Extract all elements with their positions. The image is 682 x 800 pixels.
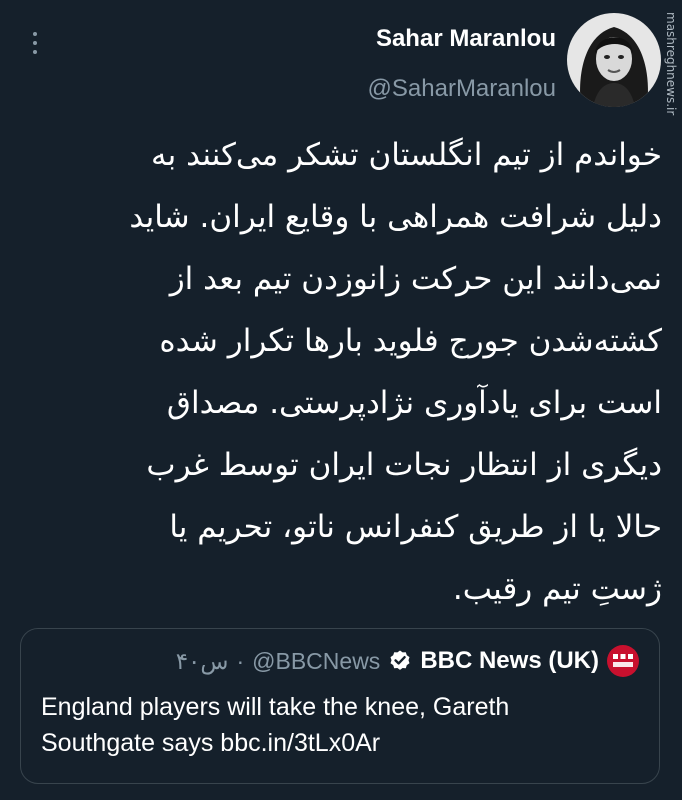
tweet-author[interactable]: Sahar Maranlou @SaharMaranlou [368,22,556,106]
quoted-author-avatar[interactable] [607,645,639,677]
tweet-text: خواندم از تیم انگلستان تشکر می‌کنند به د… [34,124,662,620]
quoted-tweet-text-line: England players will take the knee, Gare… [41,693,510,721]
bbc-news-logo-icon [613,654,633,667]
tweet-text-line: کشته‌شدن جورج فلوید بارها تکرار شده [159,323,662,359]
tweet-text-line: دیگری از انتظار نجات ایران توسط غرب [146,447,662,483]
quoted-author-handle[interactable]: @BBCNews [252,648,380,675]
tweet-text-line: خواندم از تیم انگلستان تشکر می‌کنند به [151,137,662,173]
tweet-text-line: ژستِ تیم رقیب. [452,571,662,607]
tweet-text-line: نمی‌دانند این حرکت زانوزدن تیم بعد از [169,261,662,297]
avatar-photo [567,13,661,107]
more-dot [33,50,37,54]
quoted-tweet-text-line: Southgate says bbc.in/3tLx0Ar [41,729,381,757]
tweet-text-line: است برای یادآوری نژادپرستی. مصداق [166,385,662,421]
more-options-button[interactable] [22,28,48,58]
more-vertical-icon [33,32,37,36]
quoted-tweet-card[interactable]: ۴۰س · @BBCNews BBC News (UK) England pla… [20,628,660,784]
verified-badge-icon [390,650,410,670]
quoted-tweet-separator: · [236,647,245,674]
more-dot [33,41,37,45]
author-handle[interactable]: @SaharMaranlou [368,72,556,106]
tweet-text-line: حالا یا از طریق کنفرانس ناتو، تحریم یا [169,509,662,545]
tweet: Sahar Maranlou @SaharMaranlou mashreghne… [0,0,682,800]
quoted-tweet-time[interactable]: ۴۰س [176,648,229,675]
avatar[interactable] [567,13,661,107]
quoted-author-name[interactable]: BBC News (UK) [420,647,599,675]
tweet-text-line: دلیل شرافت همراهی با وقایع ایران. شاید [129,199,662,235]
author-name[interactable]: Sahar Maranlou [368,22,556,56]
quoted-tweet-header: ۴۰س · @BBCNews BBC News (UK) [176,645,639,677]
quoted-tweet-text: England players will take the knee, Gare… [41,689,601,761]
